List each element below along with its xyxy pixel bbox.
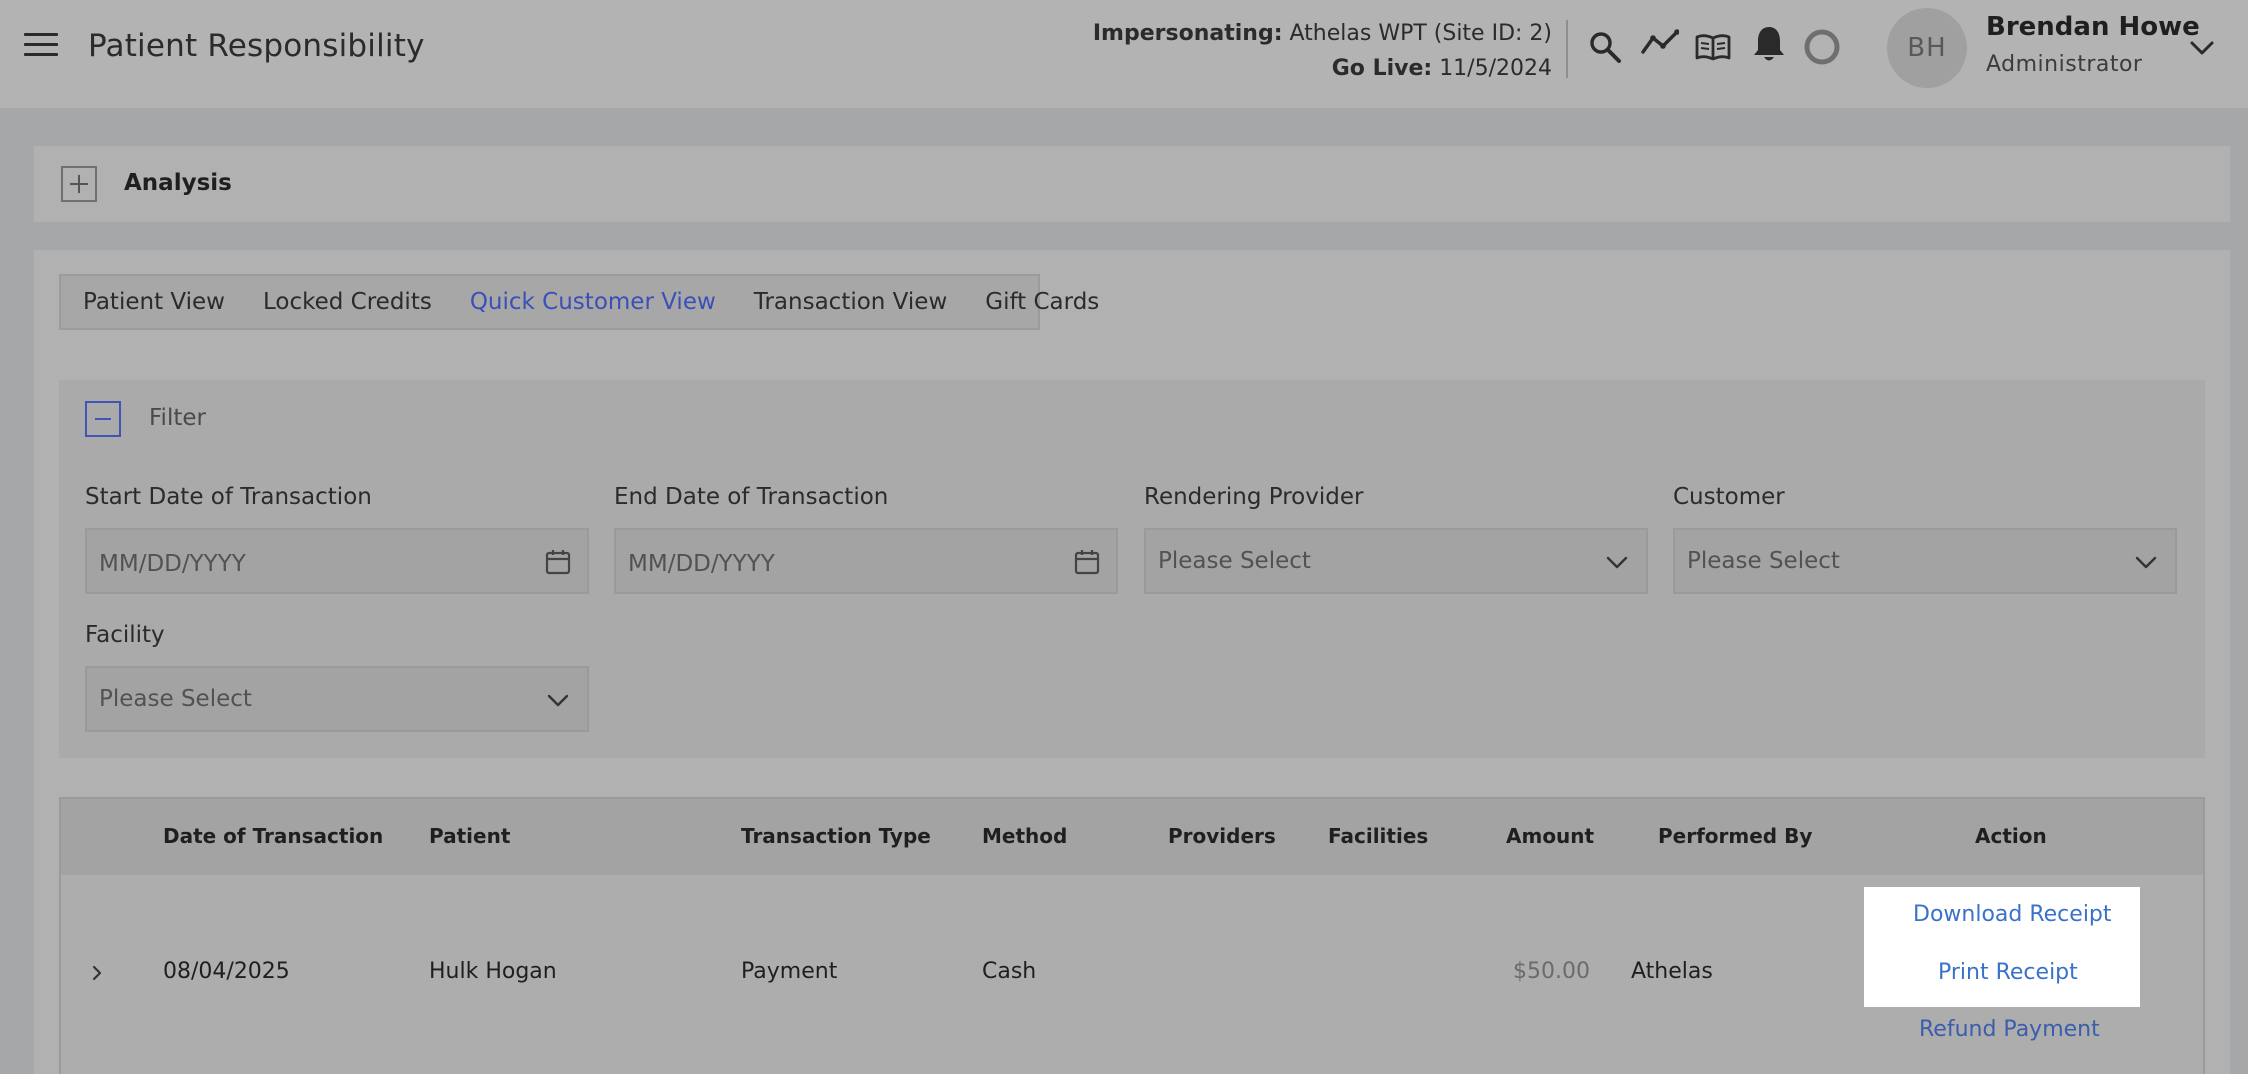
tab-locked-credits[interactable]: Locked Credits <box>244 289 451 315</box>
analysis-label: Analysis <box>124 170 232 196</box>
col-date: Date of Transaction <box>163 824 384 848</box>
top-header: Patient Responsibility Impersonating: At… <box>0 0 2248 108</box>
cell-patient: Hulk Hogan <box>429 959 557 984</box>
col-transaction-type: Transaction Type <box>741 824 931 848</box>
cell-method: Cash <box>982 959 1037 984</box>
col-amount: Amount <box>1506 824 1595 848</box>
facility-value: Please Select <box>99 686 252 712</box>
expand-analysis-button[interactable] <box>61 166 97 202</box>
download-receipt-link[interactable]: Download Receipt <box>1913 902 2112 927</box>
view-tabs: Patient View Locked Credits Quick Custom… <box>59 274 1099 330</box>
cell-date: 08/04/2025 <box>163 959 290 984</box>
tab-gift-cards[interactable]: Gift Cards <box>966 289 1118 315</box>
tab-patient-view[interactable]: Patient View <box>61 289 244 315</box>
go-live-value: 11/5/2024 <box>1439 56 1552 81</box>
book-icon[interactable] <box>1694 28 1732 66</box>
calendar-icon[interactable] <box>1072 547 1102 577</box>
rendering-provider-label: Rendering Provider <box>1144 484 1364 510</box>
go-live-label: Go Live: <box>1331 56 1433 81</box>
customer-value: Please Select <box>1687 548 1840 574</box>
main-panel: Patient View Locked Credits Quick Custom… <box>34 250 2230 1074</box>
tab-quick-customer-view[interactable]: Quick Customer View <box>451 289 735 315</box>
table-header: Date of Transaction Patient Transaction … <box>61 799 2203 875</box>
customer-select[interactable]: Please Select <box>1673 528 2177 594</box>
end-date-label: End Date of Transaction <box>614 484 889 510</box>
col-performed-by: Performed By <box>1658 824 1813 848</box>
analysis-panel: Analysis <box>34 146 2230 222</box>
minus-icon <box>95 418 111 420</box>
impersonating-label: Impersonating: <box>1092 21 1283 46</box>
calendar-icon[interactable] <box>543 547 573 577</box>
cell-transaction-type: Payment <box>741 959 838 984</box>
print-receipt-link[interactable]: Print Receipt <box>1938 960 2078 985</box>
search-icon[interactable] <box>1586 28 1624 66</box>
chevron-down-icon[interactable] <box>2186 32 2218 64</box>
chevron-down-icon <box>547 694 569 707</box>
end-date-field[interactable]: MM/DD/YYYY <box>614 528 1118 594</box>
start-date-field[interactable]: MM/DD/YYYY <box>85 528 589 594</box>
impersonation-info: Impersonating: Athelas WPT (Site ID: 2) … <box>1093 16 1552 86</box>
cell-performed-by: Athelas <box>1631 959 1713 984</box>
rendering-provider-value: Please Select <box>1158 548 1311 574</box>
rendering-provider-select[interactable]: Please Select <box>1144 528 1648 594</box>
plus-icon <box>70 175 88 193</box>
activity-icon[interactable] <box>1641 24 1679 62</box>
start-date-placeholder: MM/DD/YYYY <box>99 550 246 577</box>
facility-select[interactable]: Please Select <box>85 666 589 732</box>
chevron-down-icon <box>1606 556 1628 569</box>
user-role: Administrator <box>1986 52 2143 77</box>
col-method: Method <box>982 824 1068 848</box>
col-patient: Patient <box>429 824 511 848</box>
filter-label: Filter <box>149 405 206 431</box>
header-divider <box>1566 20 1568 78</box>
user-name: Brendan Howe <box>1986 12 2200 42</box>
tab-transaction-view[interactable]: Transaction View <box>735 289 966 315</box>
cell-amount: $50.00 <box>1513 959 1590 984</box>
filter-panel: Filter Start Date of Transaction MM/DD/Y… <box>59 380 2205 758</box>
menu-icon[interactable] <box>24 33 58 59</box>
avatar[interactable]: BH <box>1887 8 1967 88</box>
status-ring-icon[interactable] <box>1803 28 1841 66</box>
chevron-right-icon[interactable] <box>85 961 109 985</box>
impersonating-value: Athelas WPT (Site ID: 2) <box>1289 21 1553 46</box>
end-date-placeholder: MM/DD/YYYY <box>628 550 775 577</box>
facility-label: Facility <box>85 622 165 648</box>
collapse-filter-button[interactable] <box>85 401 121 437</box>
chevron-down-icon <box>2135 556 2157 569</box>
col-action: Action <box>1975 824 2047 848</box>
transactions-table: Date of Transaction Patient Transaction … <box>59 797 2205 1074</box>
col-providers: Providers <box>1168 824 1276 848</box>
page-title: Patient Responsibility <box>88 28 425 64</box>
bell-icon[interactable] <box>1750 25 1788 63</box>
start-date-label: Start Date of Transaction <box>85 484 372 510</box>
refund-payment-link[interactable]: Refund Payment <box>1919 1017 2100 1042</box>
customer-label: Customer <box>1673 484 1785 510</box>
col-facilities: Facilities <box>1328 824 1429 848</box>
